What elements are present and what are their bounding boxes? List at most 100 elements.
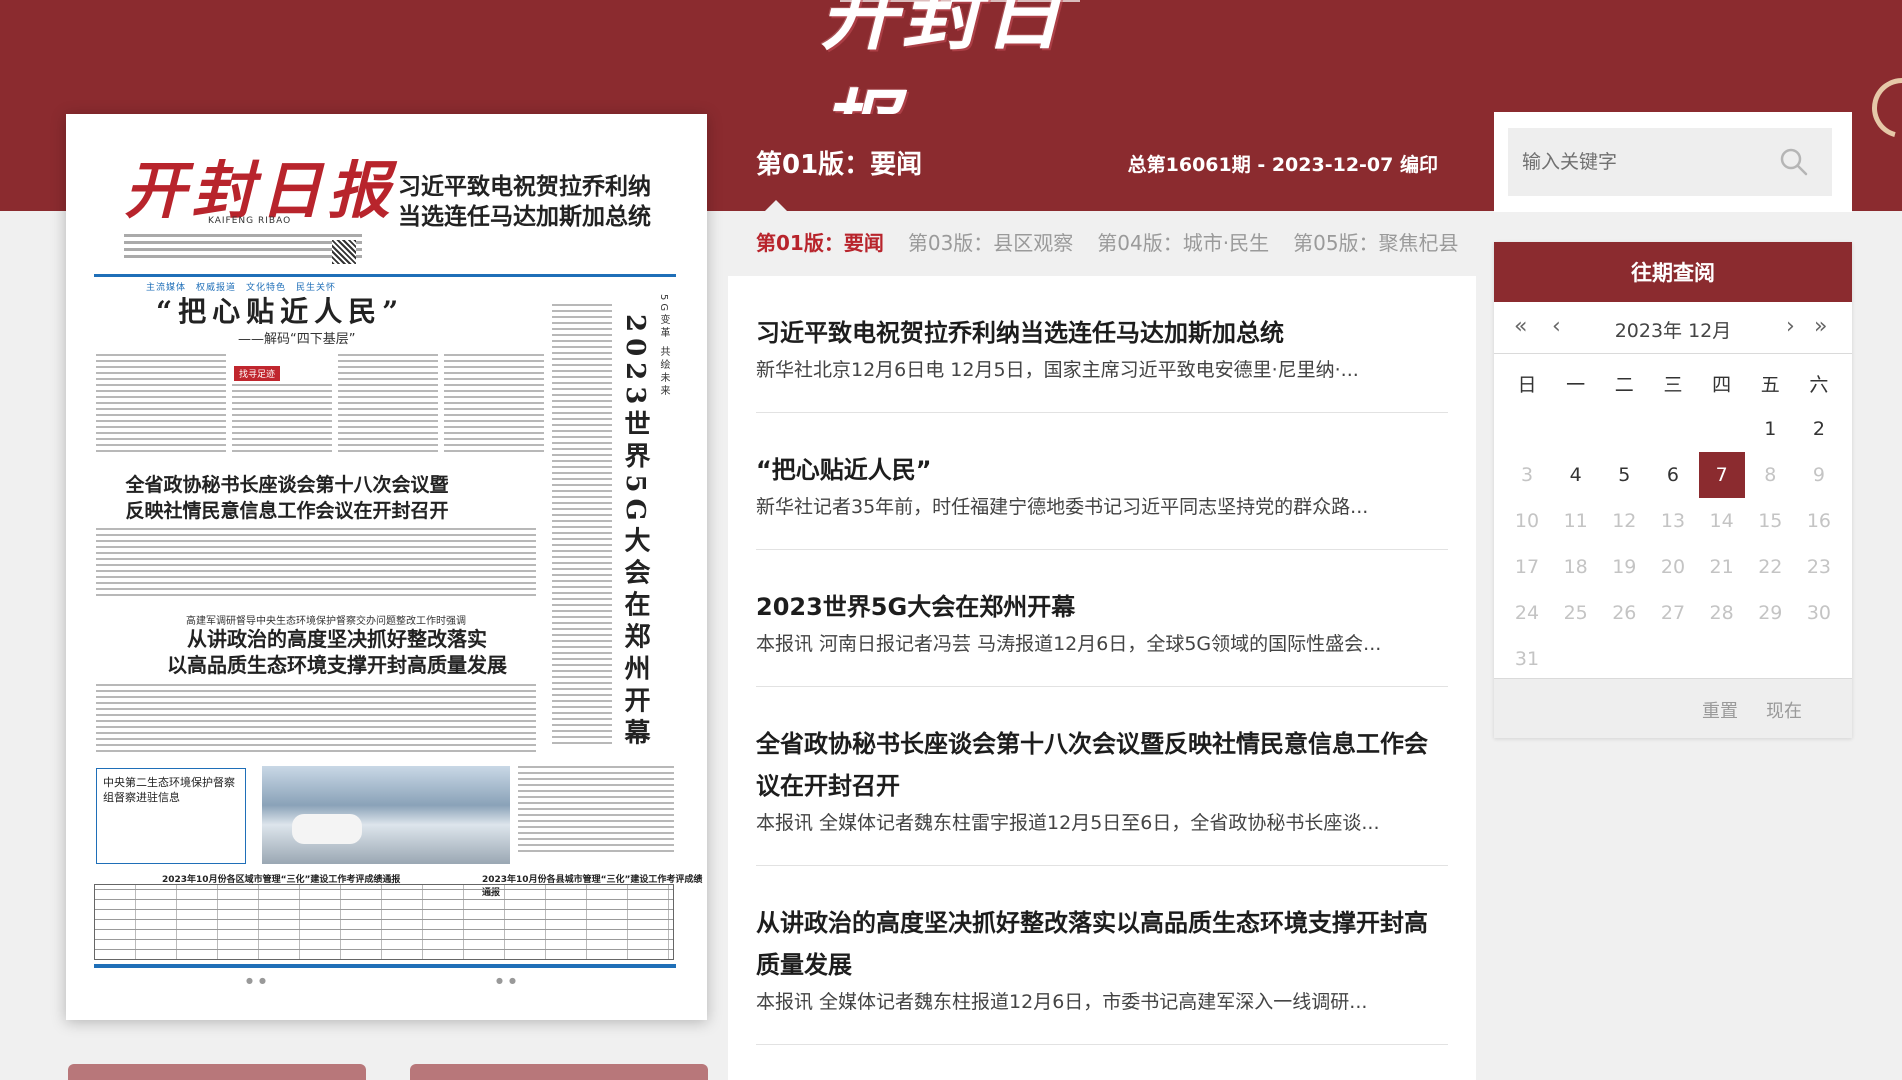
- calendar-day: 10: [1514, 510, 1540, 532]
- paper-dots: ●●: [496, 976, 522, 985]
- calendar-day: 22: [1758, 556, 1783, 578]
- calendar-empty-cell: [1699, 406, 1745, 452]
- paper-text-block: [444, 354, 544, 456]
- next-month-icon[interactable]: ›: [1786, 314, 1795, 339]
- calendar-day: 16: [1806, 510, 1832, 532]
- paper-story-title-line: 从讲政治的高度坚决抓好整改落实: [187, 627, 487, 651]
- paper-story-title-line: 以高品质生态环境支撑开封高质量发展: [167, 653, 507, 677]
- edition-bar: 第01版：要闻 总第16061期 - 2023-12-07 编印: [728, 114, 1476, 212]
- calendar-day: 3: [1520, 464, 1534, 486]
- calendar-day: 25: [1563, 602, 1588, 624]
- paper-headline-line: 当选连任马达加斯加总统: [398, 203, 651, 230]
- paper-rule: [94, 274, 676, 277]
- bottom-tab[interactable]: [68, 1064, 366, 1080]
- tab-edition-04[interactable]: 第04版：城市·民生: [1097, 227, 1269, 256]
- paper-text-block: [338, 354, 438, 456]
- paper-story-title[interactable]: 从讲政治的高度坚决抓好整改落实 以高品质生态环境支撑开封高质量发展: [122, 626, 552, 678]
- calendar-day[interactable]: 5: [1601, 452, 1647, 498]
- search-icon[interactable]: [1778, 146, 1810, 178]
- calendar-empty-cell: [1504, 406, 1550, 452]
- paper-dots: ●●: [246, 976, 272, 985]
- calendar-empty-cell: [1650, 406, 1696, 452]
- paper-vertical-headline[interactable]: 2023世界5G大会在郑州开幕: [618, 314, 654, 754]
- calendar-day: 26: [1612, 602, 1637, 624]
- article-title[interactable]: “把心贴近人民”: [756, 449, 1448, 491]
- article-item[interactable]: 2023世界5G大会在郑州开幕 本报讯 河南日报记者冯芸 马涛报道12月6日，全…: [756, 550, 1448, 687]
- edition-info: 总第16061期 - 2023-12-07 编印: [1127, 154, 1438, 176]
- edition-title: 第01版：要闻: [756, 150, 923, 180]
- paper-text-block: [96, 528, 536, 600]
- calendar-day: 27: [1660, 602, 1686, 624]
- calendar-day: 31: [1514, 648, 1540, 670]
- paper-story-tag: 找寻足迹: [234, 366, 281, 381]
- site-logo[interactable]: 开封日报: [820, 0, 1110, 173]
- archive-calendar: 往期查阅 « ‹ 2023年 12月 › » 日 一 二 三 四 五 六 123…: [1494, 242, 1852, 738]
- calendar-month-label[interactable]: 2023年 12月: [1494, 316, 1852, 343]
- weekday-label: 三: [1663, 373, 1683, 396]
- paper-text-block: [552, 304, 612, 748]
- calendar-day[interactable]: 1: [1747, 406, 1793, 452]
- edition-panel: 第01版：要闻 总第16061期 - 2023-12-07 编印 第01版：要闻…: [728, 114, 1476, 1080]
- weekday-label: 四: [1712, 373, 1732, 396]
- article-list: 习近平致电祝贺拉乔利纳当选连任马达加斯加总统 新华社北京12月6日电 12月5日…: [728, 276, 1476, 1080]
- bottom-tab[interactable]: [410, 1064, 708, 1080]
- article-title[interactable]: 2023世界5G大会在郑州开幕: [756, 586, 1448, 628]
- paper-story-title-line: 反映社情民意信息工作会议在开封召开: [125, 500, 449, 522]
- calendar-day: 24: [1514, 602, 1540, 624]
- newspaper-page[interactable]: 开封日报 KAIFENG RIBAO 习近平致电祝贺拉乔利纳 当选连任马达加斯加…: [66, 114, 707, 1020]
- article-item[interactable]: 习近平致电祝贺拉乔利纳当选连任马达加斯加总统 新华社北京12月6日电 12月5日…: [756, 276, 1448, 413]
- calendar-day-selected[interactable]: 7: [1698, 452, 1745, 498]
- paper-headline[interactable]: 习近平致电祝贺拉乔利纳 当选连任马达加斯加总统: [398, 172, 688, 232]
- calendar-day[interactable]: 6: [1650, 452, 1696, 498]
- weekday-label: 一: [1566, 373, 1586, 396]
- calendar-day[interactable]: 2: [1796, 406, 1842, 452]
- weekday-label: 五: [1760, 373, 1780, 396]
- calendar-day: 30: [1806, 602, 1832, 624]
- weekday-label: 二: [1614, 373, 1634, 396]
- paper-table[interactable]: [94, 884, 674, 960]
- article-title[interactable]: 全省政协秘书长座谈会第十八次会议暨反映社情民意信息工作会议在开封召开: [756, 723, 1448, 807]
- article-summary: 本报讯 全媒体记者魏东柱报道12月6日，市委书记高建军深入一线调研...: [756, 991, 1368, 1013]
- decorative-swirl-icon: [1861, 67, 1902, 149]
- paper-info-box-title: 中央第二生态环境保护督察组督察进驻信息: [103, 776, 235, 804]
- calendar-grid: 日 一 二 三 四 五 六 1 2 3 4 5 6 7 8 9 10 11 12 13 14 15 16 17 1…: [1504, 360, 1842, 682]
- article-item[interactable]: “把心贴近人民” 新华社记者35年前，时任福建宁德地委书记习近平同志坚持党的群众…: [756, 413, 1448, 550]
- weekday-label: 日: [1517, 373, 1537, 396]
- article-summary: 新华社记者35年前，时任福建宁德地委书记习近平同志坚持党的群众路...: [756, 496, 1369, 518]
- calendar-reset-button[interactable]: 重置: [1702, 697, 1738, 723]
- paper-photo[interactable]: [262, 766, 510, 864]
- paper-vertical-kicker: 5G变革 共绘未来: [658, 294, 669, 399]
- paper-story-title[interactable]: “把心贴近人民”: [156, 290, 404, 330]
- calendar-day: 9: [1812, 464, 1825, 486]
- paper-info-box[interactable]: 中央第二生态环境保护督察组督察进驻信息: [96, 768, 246, 864]
- calendar-day: 11: [1563, 510, 1588, 532]
- calendar-now-button[interactable]: 现在: [1766, 697, 1802, 723]
- paper-headline-line: 习近平致电祝贺拉乔利纳: [398, 173, 651, 200]
- paper-story-title[interactable]: 全省政协秘书长座谈会第十八次会议暨 反映社情民意信息工作会议在开封召开: [122, 472, 452, 524]
- calendar-day: 18: [1563, 556, 1588, 578]
- tab-edition-03[interactable]: 第03版：县区观察: [908, 227, 1073, 256]
- article-item[interactable]: 全省政协秘书长座谈会第十八次会议暨反映社情民意信息工作会议在开封召开 本报讯 全…: [756, 687, 1448, 866]
- paper-text-block: [518, 766, 674, 856]
- calendar-day: 14: [1709, 510, 1734, 532]
- calendar-day[interactable]: 4: [1553, 452, 1599, 498]
- next-year-icon[interactable]: »: [1814, 314, 1827, 339]
- calendar-header: 往期查阅: [1494, 242, 1852, 302]
- calendar-day: 17: [1514, 556, 1540, 578]
- paper-story-kicker: 高建军调研督导中央生态环境保护督察交办问题整改工作时强调: [186, 616, 466, 627]
- paper-rule: [94, 964, 676, 968]
- edition-tabs: 第01版：要闻 第03版：县区观察 第04版：城市·民生 第05版：聚焦杞县: [728, 211, 1476, 271]
- paper-story-title-line: 全省政协秘书长座谈会第十八次会议暨: [125, 474, 449, 496]
- tab-edition-01[interactable]: 第01版：要闻: [756, 227, 884, 256]
- calendar-day: 13: [1660, 510, 1686, 532]
- calendar-day: 12: [1612, 510, 1637, 532]
- weekday-label: 六: [1809, 373, 1829, 396]
- calendar-day: 28: [1709, 602, 1734, 624]
- article-title[interactable]: 从讲政治的高度坚决抓好整改落实以高品质生态环境支撑开封高质量发展: [756, 902, 1448, 986]
- article-item[interactable]: 从讲政治的高度坚决抓好整改落实以高品质生态环境支撑开封高质量发展 本报讯 全媒体…: [756, 866, 1448, 1045]
- article-summary: 本报讯 全媒体记者魏东柱雷宇报道12月5日至6日，全省政协秘书长座谈...: [756, 812, 1380, 834]
- tab-edition-05[interactable]: 第05版：聚焦杞县: [1293, 227, 1458, 256]
- calendar-empty-cell: [1601, 406, 1647, 452]
- article-summary: 新华社北京12月6日电 12月5日，国家主席习近平致电安德里·尼里纳·...: [756, 359, 1359, 381]
- article-title[interactable]: 习近平致电祝贺拉乔利纳当选连任马达加斯加总统: [756, 312, 1448, 354]
